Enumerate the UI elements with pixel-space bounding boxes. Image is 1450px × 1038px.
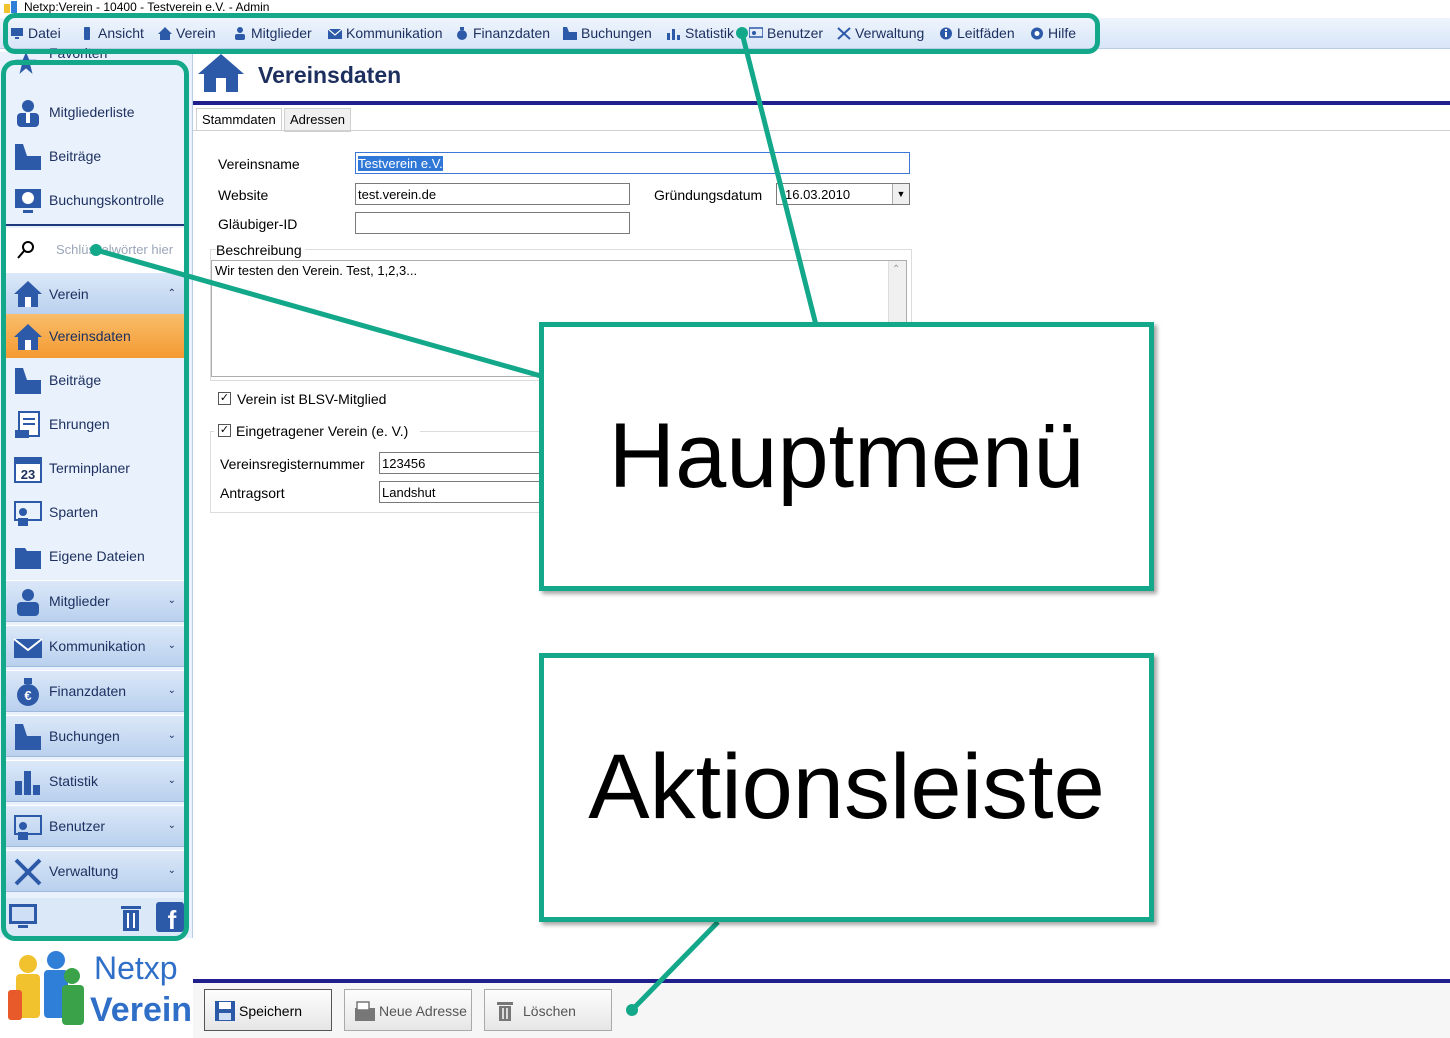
vereinsname-label: Vereinsname: [218, 156, 300, 172]
title-bar: Netxp:Verein - 10400 - Testverein e.V. -…: [0, 0, 1450, 14]
trash-icon: [497, 1002, 513, 1021]
window-title: Netxp:Verein - 10400 - Testverein e.V. -…: [24, 0, 270, 14]
home-icon: [198, 54, 244, 92]
blsv-label: Verein ist BLSV-Mitglied: [237, 391, 387, 407]
vereinsname-field[interactable]: Testverein e.V.: [355, 152, 910, 174]
puzzle-people-icon: [8, 951, 84, 1025]
glaeubiger-field[interactable]: [355, 212, 630, 234]
tab-divider: [193, 130, 1450, 131]
blsv-checkbox[interactable]: ✓: [218, 392, 231, 405]
save-button[interactable]: Speichern: [204, 989, 332, 1031]
tab-adressen[interactable]: Adressen: [284, 108, 351, 132]
tab-stammdaten[interactable]: Stammdaten: [196, 108, 282, 131]
app-logo-icon: [4, 1, 17, 13]
registernummer-label: Vereinsregisternummer: [220, 456, 365, 472]
ev-checkbox[interactable]: ✓: [218, 424, 231, 437]
scroll-up-icon[interactable]: ⌃: [892, 261, 900, 279]
ev-label: Eingetragener Verein (e. V.): [236, 423, 409, 439]
gruendungsdatum-field[interactable]: 16.03.2010 ▼: [776, 183, 910, 205]
callout-main-menu: Hauptmenü: [539, 322, 1154, 591]
glaeubiger-label: Gläubiger-ID: [218, 216, 298, 232]
callout-action-bar: Aktionsleiste: [539, 653, 1154, 922]
antragsort-field[interactable]: Landshut: [379, 481, 549, 503]
beschreibung-label: Beschreibung: [216, 239, 305, 261]
registernummer-field[interactable]: 123456: [379, 452, 549, 474]
gruendungsdatum-label: Gründungsdatum: [654, 187, 763, 203]
app-logo: Netxp Verein: [4, 946, 192, 1034]
logo-text-netxp: Netxp: [94, 950, 178, 986]
new-address-button[interactable]: Neue Adresse: [344, 989, 472, 1031]
website-field[interactable]: test.verein.de: [355, 183, 630, 205]
delete-button[interactable]: Löschen: [484, 989, 612, 1031]
sidebar-highlight: [1, 60, 189, 941]
antragsort-label: Antragsort: [220, 485, 285, 501]
dropdown-arrow-icon[interactable]: ▼: [892, 184, 909, 204]
website-label: Website: [218, 187, 269, 203]
floppy-disk-icon: [215, 1001, 235, 1021]
new-address-icon: [355, 1001, 375, 1021]
logo-text-verein: Verein: [90, 991, 193, 1029]
header-divider: [193, 101, 1450, 105]
page-title: Vereinsdaten: [258, 62, 402, 88]
main-menu-highlight: [3, 13, 1100, 54]
